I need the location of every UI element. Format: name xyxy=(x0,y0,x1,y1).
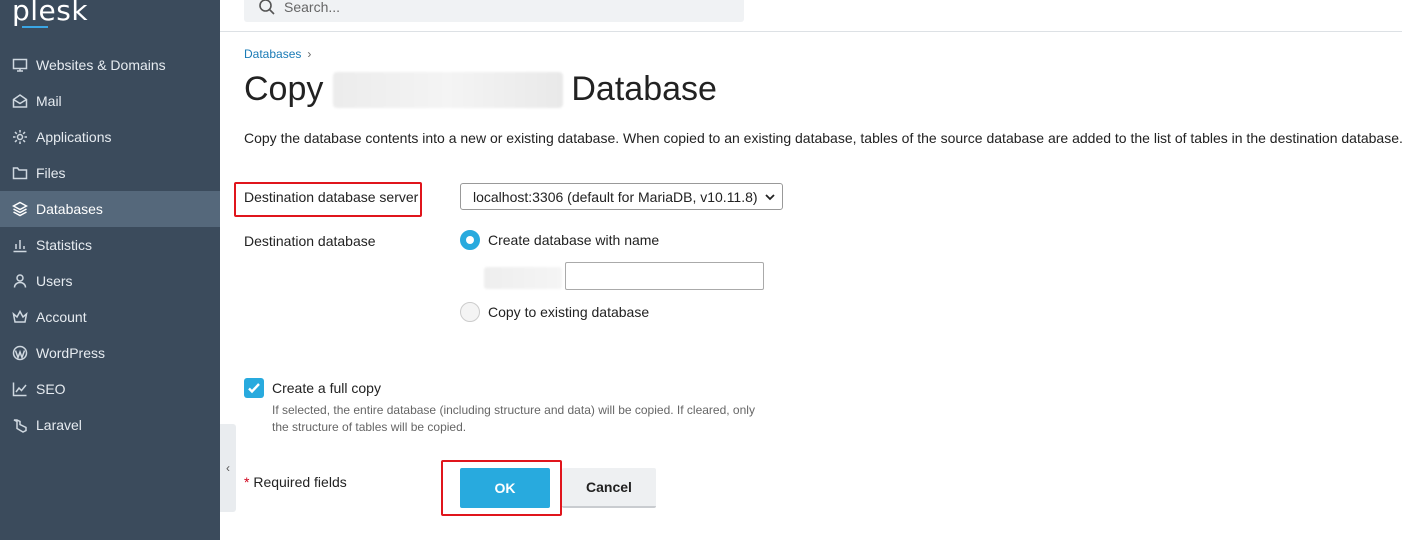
sidebar-item-seo[interactable]: SEO xyxy=(0,371,220,407)
search-input[interactable] xyxy=(284,0,724,15)
destination-label: Destination database xyxy=(244,233,376,249)
sidebar-item-databases[interactable]: Databases xyxy=(0,191,220,227)
sidebar-nav: Websites & Domains Mail Applications Fil… xyxy=(0,47,220,443)
sidebar-item-account[interactable]: Account xyxy=(0,299,220,335)
sidebar-item-label: Account xyxy=(36,309,87,325)
sidebar: plesk Websites & Domains Mail Applicatio… xyxy=(0,0,220,540)
sidebar-item-statistics[interactable]: Statistics xyxy=(0,227,220,263)
page-title-suffix: Database xyxy=(571,70,717,108)
chevron-down-icon xyxy=(765,194,775,201)
full-copy-checkbox[interactable] xyxy=(244,378,264,398)
full-copy-label[interactable]: Create a full copy xyxy=(272,380,381,396)
sidebar-item-label: Statistics xyxy=(36,237,93,253)
plesk-logo[interactable]: plesk xyxy=(12,0,88,27)
page-description: Copy the database contents into a new or… xyxy=(244,130,1402,146)
checkmark-icon xyxy=(248,383,260,394)
bar-chart-icon xyxy=(12,237,28,253)
main-content: Databases › Copy Database Copy the datab… xyxy=(244,32,1402,540)
radio-existing-button[interactable] xyxy=(460,302,480,322)
wordpress-icon xyxy=(12,345,28,361)
sidebar-item-label: Laravel xyxy=(36,417,82,433)
sidebar-item-files[interactable]: Files xyxy=(0,155,220,191)
gear-icon xyxy=(12,129,28,145)
radio-existing-label: Copy to existing database xyxy=(488,304,650,320)
crown-icon xyxy=(12,309,28,325)
chevron-left-icon: ‹ xyxy=(226,461,230,475)
redacted-db-prefix xyxy=(484,267,562,289)
radio-create-label: Create database with name xyxy=(488,232,660,248)
mail-icon xyxy=(12,93,28,109)
sidebar-item-label: Files xyxy=(36,165,66,181)
sidebar-item-websites-domains[interactable]: Websites & Domains xyxy=(0,47,220,83)
radio-create-button[interactable] xyxy=(460,230,480,250)
search-box xyxy=(244,0,744,22)
sidebar-item-mail[interactable]: Mail xyxy=(0,83,220,119)
full-copy-hint: If selected, the entire database (includ… xyxy=(272,403,755,434)
sidebar-item-label: Databases xyxy=(36,201,103,217)
sidebar-item-label: SEO xyxy=(36,381,66,397)
cancel-button[interactable]: Cancel xyxy=(562,468,656,508)
trend-icon xyxy=(12,381,28,397)
radio-create-database[interactable]: Create database with name xyxy=(460,230,659,250)
redacted-database-name xyxy=(333,71,564,108)
folder-icon xyxy=(12,165,28,181)
database-name-input[interactable] xyxy=(565,262,764,290)
top-bar xyxy=(220,0,1402,32)
user-icon xyxy=(12,273,28,289)
ok-button[interactable]: OK xyxy=(460,468,550,508)
monitor-icon xyxy=(12,57,28,73)
sidebar-item-label: Users xyxy=(36,273,73,289)
sidebar-item-users[interactable]: Users xyxy=(0,263,220,299)
search-icon xyxy=(259,0,275,15)
radio-existing-database[interactable]: Copy to existing database xyxy=(460,302,649,322)
required-text: Required fields xyxy=(249,474,347,490)
sidebar-item-wordpress[interactable]: WordPress xyxy=(0,335,220,371)
page-title-prefix: Copy xyxy=(244,70,324,108)
sidebar-item-label: WordPress xyxy=(36,345,105,361)
server-select-value: localhost:3306 (default for MariaDB, v10… xyxy=(473,188,758,205)
sidebar-item-label: Applications xyxy=(36,129,112,145)
breadcrumb-databases-link[interactable]: Databases xyxy=(244,47,301,61)
sidebar-collapse-handle[interactable]: ‹ xyxy=(220,424,236,512)
layers-icon xyxy=(12,201,28,217)
breadcrumb: Databases › xyxy=(244,47,311,61)
breadcrumb-separator: › xyxy=(307,47,312,61)
server-label: Destination database server xyxy=(244,189,419,205)
sidebar-item-applications[interactable]: Applications xyxy=(0,119,220,155)
laravel-icon xyxy=(12,417,28,433)
page-title: Copy Database xyxy=(244,70,717,109)
required-fields-note: * Required fields xyxy=(244,474,347,490)
server-select[interactable]: localhost:3306 (default for MariaDB, v10… xyxy=(460,183,783,210)
sidebar-item-label: Websites & Domains xyxy=(36,57,166,73)
sidebar-item-label: Mail xyxy=(36,93,62,109)
logo-underline xyxy=(22,26,48,28)
sidebar-item-laravel[interactable]: Laravel xyxy=(0,407,220,443)
